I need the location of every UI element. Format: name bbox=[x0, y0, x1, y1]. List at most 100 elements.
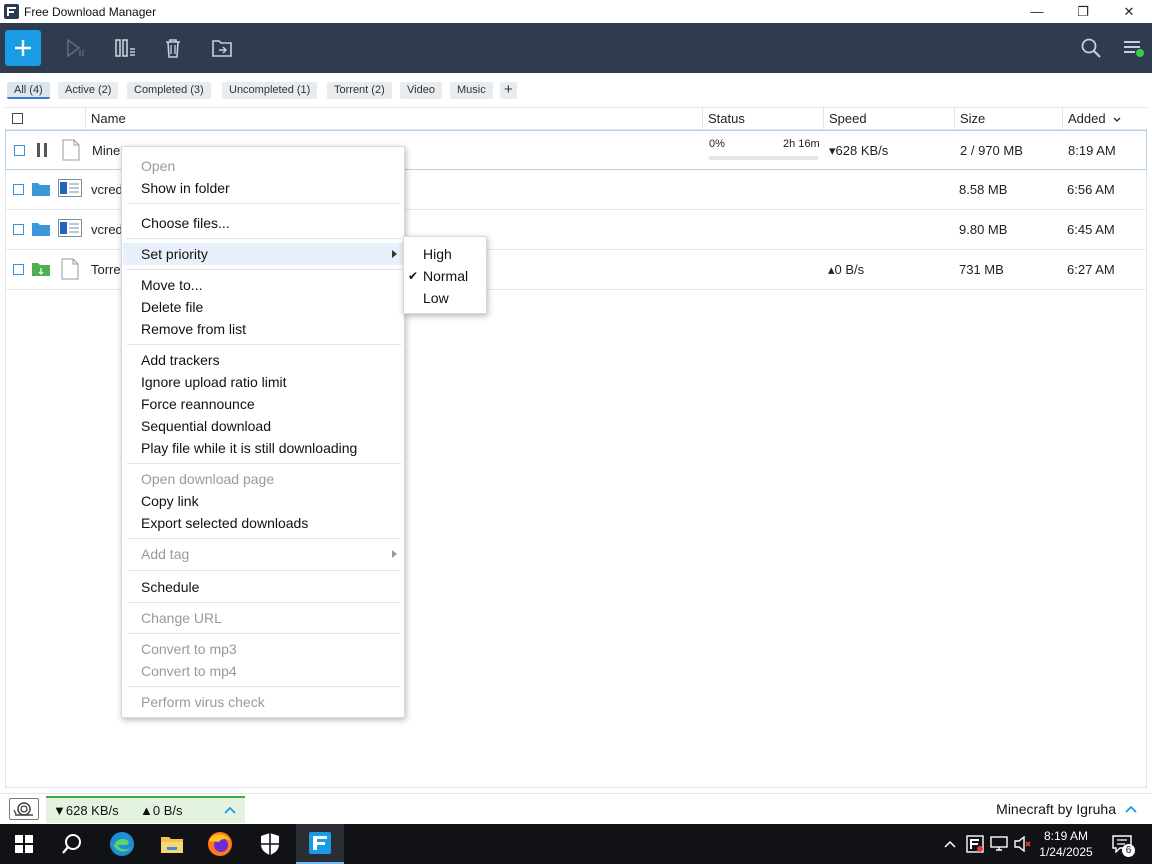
pause-all-button[interactable] bbox=[112, 35, 138, 61]
start-button[interactable] bbox=[0, 824, 48, 864]
menu-ignore-ratio[interactable]: Ignore upload ratio limit bbox=[141, 374, 287, 390]
table-header: Name Status Speed Size Added bbox=[5, 107, 1147, 130]
clock-time: 8:19 AM bbox=[1043, 829, 1089, 843]
menu-schedule[interactable]: Schedule bbox=[141, 579, 199, 595]
filter-bar: All (4) Active (2) Completed (3) Uncompl… bbox=[0, 73, 1152, 107]
menu-force-reannounce[interactable]: Force reannounce bbox=[141, 396, 255, 412]
menu-play-file[interactable]: Play file while it is still downloading bbox=[141, 440, 357, 456]
total-upload-speed: ▲0 B/s bbox=[140, 803, 183, 818]
folder-arrow-icon bbox=[212, 40, 232, 57]
row-added: 6:27 AM bbox=[1067, 262, 1115, 277]
column-added[interactable]: Added bbox=[1062, 108, 1147, 130]
hamburger-menu-icon bbox=[1124, 41, 1144, 57]
filter-tab-torrent[interactable]: Torrent (2) bbox=[327, 82, 392, 99]
taskbar-firefox[interactable] bbox=[196, 824, 244, 864]
notification-center-button[interactable]: 6 bbox=[1108, 824, 1136, 864]
filter-tab-active[interactable]: Active (2) bbox=[58, 82, 119, 99]
menu-convert-mp3[interactable]: Convert to mp3 bbox=[141, 641, 237, 657]
close-button[interactable]: ✕ bbox=[1106, 0, 1152, 23]
priority-normal[interactable]: Normal bbox=[423, 268, 468, 284]
speed-mode-button[interactable] bbox=[9, 798, 39, 820]
chevron-up-icon[interactable] bbox=[1125, 805, 1137, 813]
menu-virus-check[interactable]: Perform virus check bbox=[141, 694, 265, 710]
column-status[interactable]: Status bbox=[702, 108, 745, 130]
row-name: Torre bbox=[91, 262, 121, 277]
fdm-app-icon bbox=[309, 832, 331, 854]
restore-button[interactable]: ❐ bbox=[1060, 0, 1106, 23]
row-added: 6:56 AM bbox=[1067, 182, 1115, 197]
taskbar-edge[interactable] bbox=[98, 824, 146, 864]
search-icon bbox=[1081, 38, 1101, 58]
filter-tab-completed[interactable]: Completed (3) bbox=[127, 82, 211, 99]
priority-high[interactable]: High bbox=[423, 246, 452, 262]
menu-copy-link[interactable]: Copy link bbox=[141, 493, 199, 509]
add-filter-button[interactable]: + bbox=[500, 82, 517, 99]
delete-button[interactable] bbox=[160, 35, 186, 61]
menu-add-tag[interactable]: Add tag bbox=[141, 546, 189, 562]
row-checkbox[interactable] bbox=[14, 145, 25, 156]
search-button[interactable] bbox=[1078, 35, 1104, 61]
tray-expand-button[interactable] bbox=[940, 824, 960, 864]
move-button[interactable] bbox=[209, 35, 235, 61]
shield-icon bbox=[261, 833, 279, 855]
menu-add-trackers[interactable]: Add trackers bbox=[141, 352, 220, 368]
folder-green-icon[interactable] bbox=[32, 261, 50, 279]
taskbar-search-button[interactable] bbox=[48, 824, 96, 864]
taskbar-clock[interactable]: 8:19 AM 1/24/2025 bbox=[1030, 828, 1102, 860]
trash-icon bbox=[166, 39, 180, 58]
pause-icon[interactable] bbox=[35, 142, 49, 161]
snail-icon bbox=[13, 802, 33, 816]
menu-choose-files[interactable]: Choose files... bbox=[141, 215, 230, 231]
priority-low[interactable]: Low bbox=[423, 290, 449, 306]
menu-export-selected[interactable]: Export selected downloads bbox=[141, 515, 308, 531]
current-download-name[interactable]: Minecraft by Igruha bbox=[996, 801, 1116, 817]
menu-move-to[interactable]: Move to... bbox=[141, 277, 202, 293]
column-name[interactable]: Name bbox=[85, 108, 126, 130]
select-all-checkbox[interactable] bbox=[12, 113, 23, 124]
notification-count: 6 bbox=[1122, 844, 1135, 857]
row-checkbox[interactable] bbox=[13, 224, 24, 235]
filter-tab-video[interactable]: Video bbox=[400, 82, 442, 99]
taskbar-file-explorer[interactable] bbox=[148, 824, 196, 864]
chevron-up-icon bbox=[944, 840, 956, 848]
menu-set-priority[interactable]: Set priority bbox=[141, 246, 208, 262]
column-speed[interactable]: Speed bbox=[823, 108, 867, 130]
folder-icon[interactable] bbox=[32, 221, 50, 239]
row-name: vcred bbox=[91, 222, 123, 237]
firefox-icon bbox=[208, 832, 232, 856]
menu-show-in-folder[interactable]: Show in folder bbox=[141, 180, 230, 196]
resume-button[interactable] bbox=[62, 35, 88, 61]
menu-open[interactable]: Open bbox=[141, 158, 175, 174]
submenu-arrow-icon bbox=[392, 550, 397, 558]
filter-tab-uncompleted[interactable]: Uncompleted (1) bbox=[222, 82, 318, 99]
minimize-button[interactable]: — bbox=[1014, 0, 1060, 23]
menu-convert-mp4[interactable]: Convert to mp4 bbox=[141, 663, 237, 679]
speed-summary[interactable]: ▼628 KB/s ▲0 B/s bbox=[46, 796, 245, 823]
taskbar-security[interactable] bbox=[246, 824, 294, 864]
edge-browser-icon bbox=[110, 832, 134, 856]
row-checkbox[interactable] bbox=[13, 264, 24, 275]
column-size[interactable]: Size bbox=[954, 108, 985, 130]
menu-sequential-download[interactable]: Sequential download bbox=[141, 418, 271, 434]
add-download-button[interactable] bbox=[5, 30, 41, 66]
filter-tab-all[interactable]: All (4) bbox=[7, 82, 50, 99]
submenu-arrow-icon bbox=[392, 250, 397, 258]
priority-submenu: High ✔ Normal Low bbox=[403, 236, 487, 314]
row-size: 9.80 MB bbox=[959, 222, 1008, 237]
folder-icon bbox=[161, 837, 183, 853]
folder-icon[interactable] bbox=[32, 181, 50, 199]
menu-change-url[interactable]: Change URL bbox=[141, 610, 222, 626]
menu-remove-from-list[interactable]: Remove from list bbox=[141, 321, 246, 337]
network-icon[interactable] bbox=[988, 824, 1010, 864]
chevron-down-icon bbox=[1113, 117, 1121, 122]
row-checkbox[interactable] bbox=[13, 184, 24, 195]
windows-logo-icon bbox=[15, 835, 33, 853]
tray-fdm-icon[interactable] bbox=[964, 824, 986, 864]
main-menu-button[interactable] bbox=[1120, 35, 1146, 61]
menu-open-download-page[interactable]: Open download page bbox=[141, 471, 274, 487]
taskbar-fdm[interactable] bbox=[296, 824, 344, 864]
row-progress-bar bbox=[709, 156, 818, 160]
filter-tab-music[interactable]: Music bbox=[450, 82, 493, 99]
menu-delete-file[interactable]: Delete file bbox=[141, 299, 203, 315]
window-title: Free Download Manager bbox=[24, 4, 157, 19]
